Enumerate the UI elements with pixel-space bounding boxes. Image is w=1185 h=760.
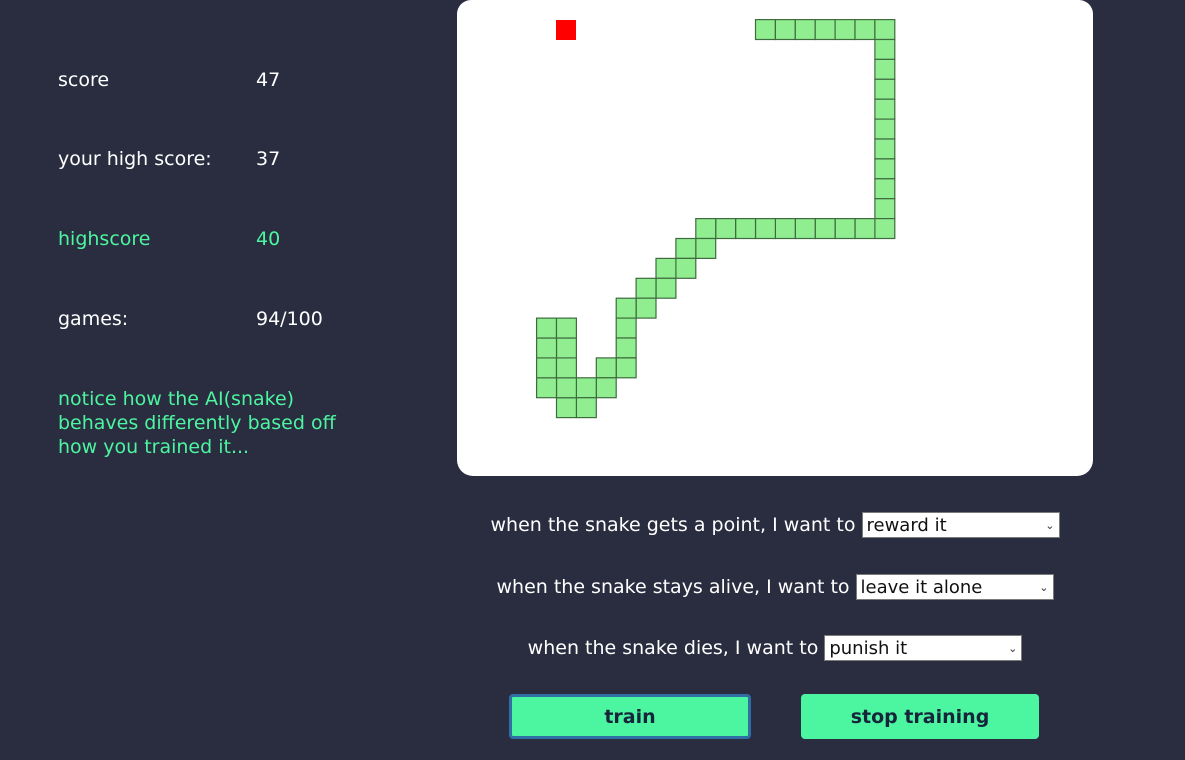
snake-segment bbox=[615, 317, 637, 339]
snake-segment bbox=[854, 218, 876, 240]
die-question: when the snake dies, I want to bbox=[527, 637, 819, 659]
snake-segment bbox=[595, 357, 617, 379]
die-selected-value: punish it bbox=[829, 638, 908, 659]
snake-segment bbox=[774, 19, 796, 41]
chevron-down-icon: ⌄ bbox=[1045, 519, 1055, 532]
snake-segment bbox=[814, 19, 836, 41]
notice-text: notice how the AI(snake) behaves differe… bbox=[58, 388, 336, 458]
snake-segment bbox=[794, 218, 816, 240]
snake-segment bbox=[535, 317, 558, 339]
snake-segment bbox=[834, 218, 856, 240]
alive-setting-row: when the snake stays alive, I want to le… bbox=[457, 572, 1093, 602]
snake-segment bbox=[854, 19, 876, 41]
snake-segment bbox=[874, 58, 896, 80]
snake-segment bbox=[615, 337, 637, 359]
snake-segment bbox=[575, 377, 597, 399]
snake-segment bbox=[874, 218, 896, 240]
snake-segment bbox=[655, 257, 677, 279]
snake-segment bbox=[874, 98, 896, 120]
snake-segment bbox=[834, 19, 856, 41]
die-setting-row: when the snake dies, I want to punish it… bbox=[457, 633, 1093, 663]
alive-question: when the snake stays alive, I want to bbox=[496, 576, 850, 598]
snake-segment bbox=[535, 357, 558, 379]
page: score 47 your high score: 37 highscore 4… bbox=[0, 0, 1185, 760]
die-select[interactable]: punish it ⌄ bbox=[824, 635, 1023, 661]
alive-select[interactable]: leave it alone ⌄ bbox=[855, 574, 1054, 600]
point-selected-value: reward it bbox=[866, 515, 947, 536]
games-value: 94/100 bbox=[256, 308, 323, 330]
snake-segment bbox=[675, 257, 697, 279]
snake-segment bbox=[754, 218, 776, 240]
snake-segment bbox=[874, 178, 896, 200]
snake-segment bbox=[655, 277, 677, 299]
snake-segment bbox=[695, 237, 717, 259]
snake-segment bbox=[874, 158, 896, 180]
stop-training-button[interactable]: stop training bbox=[801, 694, 1039, 739]
snake-segment bbox=[735, 218, 757, 240]
point-select[interactable]: reward it ⌄ bbox=[861, 512, 1060, 538]
snake-segment bbox=[535, 377, 558, 399]
snake-segment bbox=[874, 78, 896, 100]
your-high-score-row: your high score: 37 bbox=[58, 148, 398, 172]
snake-segment bbox=[814, 218, 836, 240]
snake-segment bbox=[615, 297, 637, 319]
score-value: 47 bbox=[256, 69, 281, 91]
snake-segment bbox=[555, 397, 577, 419]
highscore-value: 40 bbox=[256, 228, 281, 250]
chevron-down-icon: ⌄ bbox=[1008, 642, 1018, 655]
snake-segment bbox=[635, 277, 657, 299]
snake-segment bbox=[695, 218, 717, 240]
score-row: score 47 bbox=[58, 69, 398, 93]
highscore-label: highscore bbox=[58, 228, 151, 250]
game-canvas bbox=[535, 19, 896, 419]
snake-segment bbox=[555, 337, 577, 359]
point-question: when the snake gets a point, I want to bbox=[490, 514, 856, 536]
your-high-score-value: 37 bbox=[256, 148, 281, 170]
snake-segment bbox=[874, 138, 896, 160]
games-label: games: bbox=[58, 308, 129, 330]
snake-segment bbox=[555, 357, 577, 379]
snake-segment bbox=[675, 237, 697, 259]
snake-segment bbox=[794, 19, 816, 41]
snake-segment bbox=[874, 19, 896, 41]
snake-segment bbox=[575, 397, 597, 419]
snake-segment bbox=[874, 198, 896, 220]
your-high-score-label: your high score: bbox=[58, 148, 212, 170]
snake-segment bbox=[615, 357, 637, 379]
snake-segment bbox=[635, 297, 657, 319]
alive-selected-value: leave it alone bbox=[860, 577, 983, 598]
snake-segment bbox=[595, 377, 617, 399]
snake-segment bbox=[715, 218, 737, 240]
snake-segment bbox=[774, 218, 796, 240]
chevron-down-icon: ⌄ bbox=[1039, 581, 1049, 594]
game-board bbox=[457, 0, 1093, 476]
snake-segment bbox=[555, 377, 577, 399]
highscore-row: highscore 40 bbox=[58, 228, 398, 252]
food-pellet bbox=[556, 20, 576, 40]
train-button[interactable]: train bbox=[509, 694, 751, 739]
snake-tail-segment bbox=[754, 19, 776, 41]
snake-segment bbox=[535, 337, 558, 359]
games-row: games: 94/100 bbox=[58, 308, 398, 332]
snake-segment bbox=[874, 38, 896, 60]
snake-segment bbox=[874, 118, 896, 140]
snake-head-segment bbox=[555, 317, 577, 339]
score-label: score bbox=[58, 69, 110, 91]
point-setting-row: when the snake gets a point, I want to r… bbox=[457, 510, 1093, 540]
